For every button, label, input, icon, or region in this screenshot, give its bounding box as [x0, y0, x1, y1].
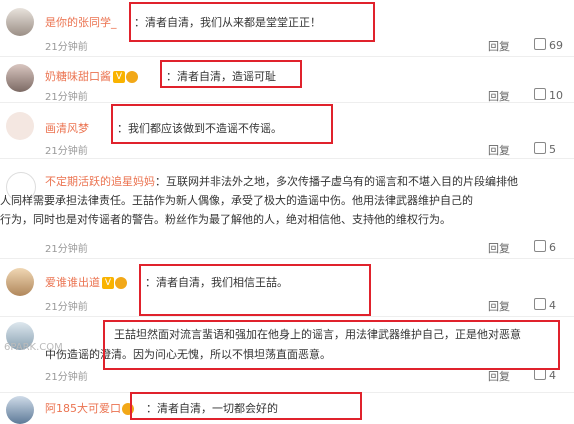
thumbs-up-icon: [534, 142, 546, 154]
comment-time: 21分钟前: [45, 146, 88, 157]
like-count: 5: [549, 143, 556, 156]
reply-button[interactable]: 回复: [488, 298, 510, 314]
avatar[interactable]: [6, 268, 34, 296]
comment-time: 21分钟前: [45, 372, 88, 383]
reply-button[interactable]: 回复: [488, 38, 510, 54]
comment-item: 不定期活跃的追星妈妈：互联网并非法外之地，多次传播子虚乌有的谣言和不堪入目的片段…: [0, 158, 574, 259]
like-button[interactable]: 4: [534, 298, 556, 312]
highlight-box: [160, 60, 302, 88]
comment-item: 是你的张同学_ ：清者自清，我们从来都是堂堂正正！ 21分钟前 回复 69: [0, 0, 574, 57]
avatar[interactable]: [6, 64, 34, 92]
like-count: 4: [549, 299, 556, 312]
commenter-name[interactable]: 画清风梦: [45, 120, 89, 136]
comment-time: 21分钟前: [45, 42, 88, 53]
commenter-name[interactable]: 不定期活跃的追星妈妈: [45, 175, 155, 188]
watermark: 6PARK.COM: [4, 342, 63, 353]
comment-time: 21分钟前: [45, 302, 88, 313]
like-button[interactable]: 5: [534, 142, 556, 156]
avatar[interactable]: [6, 8, 34, 36]
commenter-name[interactable]: 阿185大可爱口: [45, 400, 134, 416]
like-button[interactable]: 6: [534, 240, 556, 254]
comment-item: 阿185大可爱口 ：清者自清，一切都会好的: [0, 392, 574, 424]
highlight-box: [129, 2, 375, 42]
verified-badge-icon: V: [113, 71, 125, 83]
comment-time: 21分钟前: [45, 244, 88, 255]
like-count: 6: [549, 241, 556, 254]
reply-button[interactable]: 回复: [488, 368, 510, 384]
comment-item: 王喆坦然面对流言蜚语和强加在他身上的谣言，用法律武器维护自己，正是他对恶意 中伤…: [0, 316, 574, 393]
comment-item: 奶糖味甜口酱 V ：清者自清，造谣可耻 21分钟前 回复 10: [0, 56, 574, 103]
medal-icon: [115, 277, 127, 289]
thumbs-up-icon: [534, 38, 546, 50]
like-button[interactable]: 69: [534, 38, 563, 52]
like-button[interactable]: 4: [534, 368, 556, 382]
comment-time: 21分钟前: [45, 92, 88, 103]
highlight-box: [130, 392, 362, 420]
commenter-name[interactable]: 是你的张同学_: [45, 14, 117, 30]
comment-text: 不定期活跃的追星妈妈：互联网并非法外之地，多次传播子虚乌有的谣言和不堪入目的片段…: [0, 175, 518, 226]
highlight-box: [139, 264, 371, 316]
avatar[interactable]: [6, 112, 34, 140]
reply-button[interactable]: 回复: [488, 240, 510, 256]
verified-badge-icon: V: [102, 277, 114, 289]
like-count: 4: [549, 369, 556, 382]
thumbs-up-icon: [534, 88, 546, 100]
medal-icon: [126, 71, 138, 83]
highlight-box: [103, 320, 560, 370]
reply-button[interactable]: 回复: [488, 142, 510, 158]
highlight-box: [111, 104, 333, 144]
like-count: 69: [549, 39, 563, 52]
thumbs-up-icon: [534, 298, 546, 310]
commenter-name[interactable]: 爱谁谁出道 V: [45, 274, 127, 290]
commenter-name[interactable]: 奶糖味甜口酱 V: [45, 68, 138, 84]
comment-item: 爱谁谁出道 V ：清者自清，我们相信王喆。 21分钟前 回复 4: [0, 258, 574, 317]
comment-item: 画清风梦 ：我们都应该做到不造谣不传谣。 21分钟前 回复 5: [0, 102, 574, 159]
like-button[interactable]: 10: [534, 88, 563, 102]
like-count: 10: [549, 89, 563, 102]
thumbs-up-icon: [534, 240, 546, 252]
